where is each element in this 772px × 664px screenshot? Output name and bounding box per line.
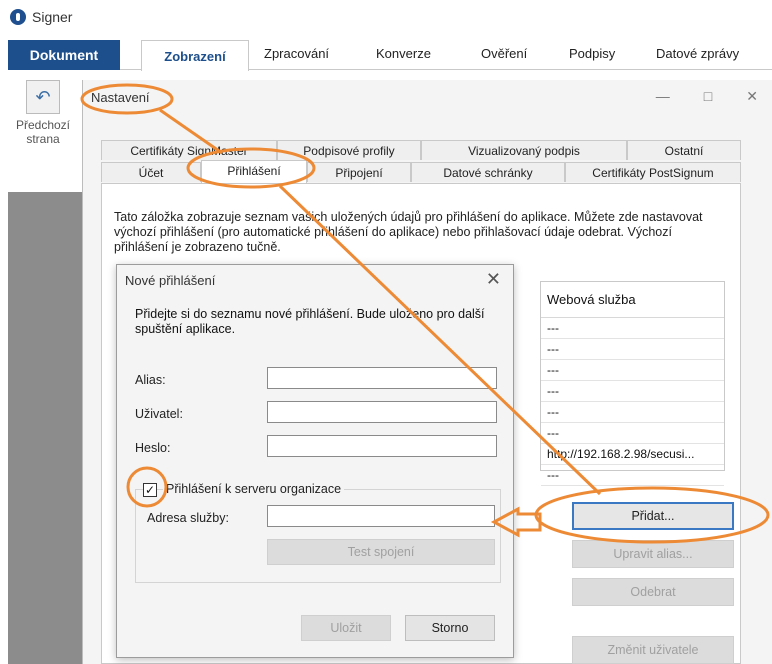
alias-input[interactable] (267, 367, 497, 389)
settings-tabs-row1: Certifikáty SignMaster Podpisové profily… (101, 140, 741, 160)
cancel-button[interactable]: Storno (405, 615, 495, 641)
table-row[interactable]: --- (541, 360, 724, 381)
previous-page-button[interactable]: ↶ Předchozí strana (8, 80, 78, 160)
service-address-label: Adresa služby: (147, 511, 229, 525)
new-login-title: Nové přihlášení (125, 273, 216, 288)
settings-title: Nastavení (91, 90, 150, 105)
new-login-dialog: Nové přihlášení ✕ Přidejte si do seznamu… (116, 264, 514, 658)
password-label: Heslo: (135, 441, 171, 455)
org-server-label: Přihlášení k serveru organizace (163, 482, 345, 496)
ribbon-tab-konverze[interactable]: Konverze (376, 46, 431, 61)
previous-page-label-1: Předchozí (15, 118, 71, 132)
tab-certifikaty-postsignum[interactable]: Certifikáty PostSignum (565, 162, 741, 182)
ribbon-tab-overeni[interactable]: Ověření (481, 46, 527, 61)
window-controls: — □ ✕ (656, 88, 758, 105)
column-header-webova-sluzba[interactable]: Webová služba (541, 282, 724, 318)
table-row[interactable]: --- (541, 465, 724, 486)
change-user-button[interactable]: Změnit uživatele (572, 636, 734, 664)
save-button[interactable]: Uložit (301, 615, 391, 641)
tab-prihlaseni[interactable]: Přihlášení (201, 160, 307, 183)
service-address-input[interactable] (267, 505, 495, 527)
tab-certifikaty-signmaster[interactable]: Certifikáty SignMaster (101, 140, 277, 160)
table-row[interactable]: --- (541, 423, 724, 444)
document-area (8, 192, 82, 664)
tab-podpisove-profily[interactable]: Podpisové profily (277, 140, 421, 160)
app-title: Signer (32, 9, 73, 25)
previous-page-label-2: strana (26, 132, 60, 146)
org-server-group (135, 489, 501, 583)
close-icon[interactable]: ✕ (746, 88, 758, 105)
app-titlebar: Signer (10, 6, 72, 28)
logins-table[interactable]: Webová služba --- --- --- --- --- --- ht… (540, 281, 725, 486)
table-row[interactable]: http://192.168.2.98/secusi... (541, 444, 724, 465)
add-button[interactable]: Přidat... (572, 502, 734, 530)
signer-logo-icon (10, 9, 26, 25)
table-row[interactable]: --- (541, 381, 724, 402)
org-server-checkbox[interactable]: ✓ (143, 483, 157, 497)
password-input[interactable] (267, 435, 497, 457)
table-row[interactable]: --- (541, 402, 724, 423)
tab-ostatni[interactable]: Ostatní (627, 140, 741, 160)
table-row[interactable]: --- (541, 318, 724, 339)
close-icon[interactable]: ✕ (486, 269, 501, 290)
test-connection-button[interactable]: Test spojení (267, 539, 495, 565)
tab-vizualizovany-podpis[interactable]: Vizualizovaný podpis (421, 140, 627, 160)
minimize-icon[interactable]: — (656, 88, 670, 105)
table-row[interactable]: --- (541, 339, 724, 360)
back-arrow-icon: ↶ (26, 80, 60, 114)
remove-button[interactable]: Odebrat (572, 578, 734, 606)
edit-alias-button[interactable]: Upravit alias... (572, 540, 734, 568)
settings-tabs-row2: Účet Přihlášení Připojení Datové schránk… (101, 160, 741, 183)
prihlaseni-description: Tato záložka zobrazuje seznam vašich ulo… (114, 210, 703, 254)
ribbon-tab-podpisy[interactable]: Podpisy (569, 46, 615, 61)
ribbon-tab-zobrazeni[interactable]: Zobrazení (141, 40, 249, 71)
tab-pripojeni[interactable]: Připojení (307, 162, 411, 182)
new-login-description: Přidejte si do seznamu nové přihlášení. … (135, 307, 485, 336)
tab-datove-schranky[interactable]: Datové schránky (411, 162, 565, 182)
ribbon-tab-datove-zpravy[interactable]: Datové zprávy (656, 46, 739, 61)
tab-ucet[interactable]: Účet (101, 162, 201, 182)
ribbon-tabs: Dokument Zobrazení Zpracování Konverze O… (8, 40, 772, 71)
user-input[interactable] (267, 401, 497, 423)
alias-label: Alias: (135, 373, 166, 387)
user-label: Uživatel: (135, 407, 183, 421)
ribbon-tab-dokument[interactable]: Dokument (8, 40, 120, 70)
ribbon-tab-zpracovani[interactable]: Zpracování (264, 46, 329, 61)
maximize-icon[interactable]: □ (704, 88, 712, 105)
